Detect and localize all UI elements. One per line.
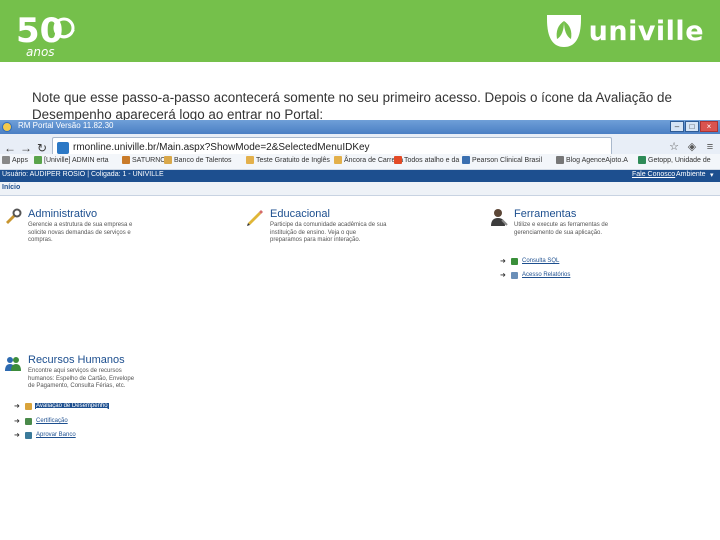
slide-header: 50 anos univille (0, 0, 720, 62)
bookmark-item[interactable]: Getopp, Unidade de (638, 156, 711, 164)
bookmark-item[interactable]: Apps (2, 156, 28, 164)
doc-icon (638, 156, 646, 164)
bookmark-label: [Univille] ADMIN erta (44, 156, 109, 164)
doc-icon (556, 156, 564, 164)
bookmark-label: Teste Gratuito de Inglês (256, 156, 330, 164)
breadcrumb-home[interactable]: Início (2, 184, 20, 191)
user-info: Usuário: AUDIPER ROSIO | Coligada: 1 - U… (2, 171, 164, 178)
module-educacional: Educacional Participe da comunidade acad… (246, 208, 446, 258)
fifty-years-logo-icon: 50 anos (16, 11, 75, 58)
star-icon[interactable]: ☆ (666, 139, 682, 155)
evaluation-icon (25, 402, 32, 410)
link-consulta-sql[interactable]: Consulta SQL (521, 258, 560, 264)
people-icon (5, 357, 21, 371)
url-text[interactable]: rmonline.univille.br/Main.aspx?ShowMode=… (73, 142, 370, 153)
browser-icon (2, 122, 12, 132)
bookmark-item[interactable]: Todos atalho e da (394, 156, 459, 164)
link-avaliacao-desempenho[interactable]: Avaliação de Desempenho (35, 403, 109, 409)
module-title[interactable]: Administrativo (28, 208, 97, 220)
minimize-button[interactable]: – (670, 121, 684, 132)
bookmark-item[interactable]: Âncora de Carreira (334, 156, 403, 164)
list-item[interactable]: ➜ Avaliação de Desempenho (14, 402, 109, 410)
window-controls: – □ × (670, 121, 718, 132)
bookmark-label: SATURNO (132, 156, 166, 164)
module-description: Participe da comunidade acadêmica de sua… (270, 222, 387, 244)
arrow-right-icon: ➜ (14, 418, 20, 425)
leaf-brand-icon (546, 15, 581, 47)
module-description: Encontre aqui serviços de recursos human… (28, 368, 135, 390)
shield-icon (34, 156, 42, 164)
doc-icon (246, 156, 254, 164)
breadcrumb: Início (0, 182, 720, 196)
arrow-right-icon: ➜ (14, 403, 20, 410)
office-icon (394, 156, 402, 164)
portal-user-bar: Usuário: AUDIPER ROSIO | Coligada: 1 - U… (0, 170, 720, 182)
module-ferramentas: Ferramentas Utilize e execute as ferrame… (490, 208, 690, 258)
arrow-right-icon: ➜ (500, 258, 506, 265)
arrow-right-icon: ➜ (14, 432, 20, 439)
module-administrativo: Administrativo Gerencie a estrutura de s… (4, 208, 204, 258)
sql-icon (511, 257, 518, 265)
instruction-note: Note que esse passo-a-passo acontecerá s… (32, 90, 672, 122)
brand-name: univille (588, 15, 704, 47)
contact-link[interactable]: Fale Conosco (632, 171, 675, 178)
link-aprovar-banco[interactable]: Aprovar Banco (35, 432, 77, 438)
univille-logo: univille (545, 12, 704, 50)
link-certificacao[interactable]: Certificação (35, 418, 69, 424)
report-icon (511, 271, 518, 279)
doc-icon (164, 156, 172, 164)
browser-titlebar: RM Portal Versão 11.82.30 – □ × (0, 120, 720, 134)
bookmark-item[interactable]: Banco de Talentos (164, 156, 231, 164)
site-favicon-icon (57, 142, 69, 154)
portal-screenshot: RM Portal Versão 11.82.30 – □ × ← → ↻ rm… (0, 120, 720, 540)
bookmark-item[interactable]: Pearson Clinical Brasil (462, 156, 542, 164)
certificate-icon (25, 417, 32, 425)
logo-anos-text: anos (26, 45, 55, 58)
list-item[interactable]: ➜ Acesso Relatórios (500, 271, 571, 279)
pencil-icon (247, 210, 263, 226)
module-recursos-humanos: Recursos Humanos Encontre aqui serviços … (4, 354, 204, 404)
user-tools-icon (491, 209, 508, 226)
window-title: RM Portal Versão 11.82.30 (18, 121, 114, 130)
tools-icon (6, 208, 22, 224)
menu-icon[interactable]: ≡ (702, 139, 718, 155)
bookmark-label: Apps (12, 156, 28, 164)
module-title[interactable]: Recursos Humanos (28, 354, 125, 366)
bookmark-label: Banco de Talentos (174, 156, 232, 164)
module-description: Utilize e execute as ferramentas de gere… (514, 222, 609, 236)
link-acesso-relatorios[interactable]: Acesso Relatórios (521, 272, 571, 278)
bookmark-label: Blog AgenceAjoto.A (566, 156, 628, 164)
doc-icon (334, 156, 342, 164)
chevron-down-icon[interactable]: ▾ (710, 171, 714, 179)
list-item[interactable]: ➜ Certificação (14, 417, 69, 425)
module-title[interactable]: Ferramentas (514, 208, 576, 220)
extension-icon[interactable]: ◈ (684, 139, 700, 155)
apps-grid-icon (2, 156, 10, 164)
bookmark-item[interactable]: Teste Gratuito de Inglês (246, 156, 330, 164)
doc-icon (462, 156, 470, 164)
doc-icon (122, 156, 130, 164)
approve-icon (25, 431, 32, 439)
bookmark-item[interactable]: SATURNO (122, 156, 166, 164)
module-description: Gerencie a estrutura de sua empresa e so… (28, 222, 133, 244)
bookmark-item[interactable]: [Univille] ADMIN erta (34, 156, 109, 164)
close-button[interactable]: × (700, 121, 718, 132)
bookmarks-bar: Apps [Univille] ADMIN erta SATURNO Banco… (0, 154, 720, 170)
maximize-button[interactable]: □ (685, 121, 699, 132)
bookmark-label: Todos atalho e da (404, 156, 460, 164)
list-item[interactable]: ➜ Consulta SQL (500, 257, 560, 265)
environment-menu[interactable]: Ambiente (676, 171, 706, 178)
arrow-right-icon: ➜ (500, 272, 506, 279)
module-title[interactable]: Educacional (270, 208, 330, 220)
bookmark-item[interactable]: Blog AgenceAjoto.A (556, 156, 628, 164)
bookmark-label: Pearson Clinical Brasil (472, 156, 543, 164)
bookmark-label: Getopp, Unidade de (648, 156, 711, 164)
list-item[interactable]: ➜ Aprovar Banco (14, 431, 77, 439)
